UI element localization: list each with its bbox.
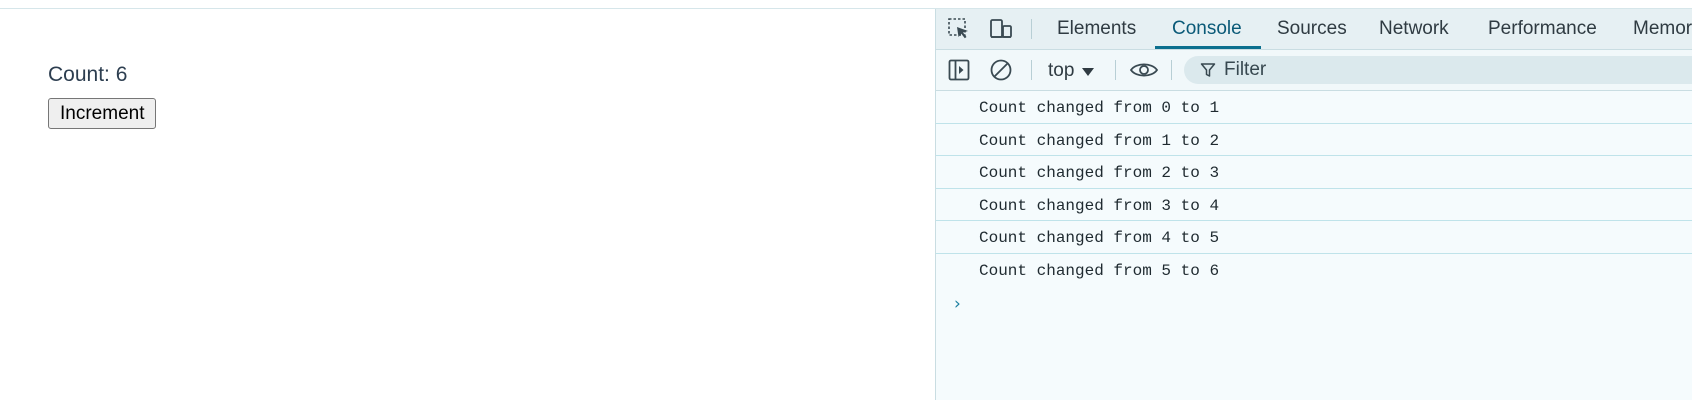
count-display: Count: 6	[48, 63, 128, 86]
caret-down-icon	[1082, 68, 1095, 76]
filter-placeholder: Filter	[1224, 59, 1267, 80]
prompt-chevron-icon: ›	[954, 294, 961, 314]
filter-funnel-icon	[1200, 62, 1216, 78]
console-message-text: Count changed from 4 to 5	[979, 229, 1220, 247]
tabbar-separator	[1031, 19, 1032, 39]
tab-network[interactable]: Network	[1379, 9, 1449, 49]
live-expression-eye-icon[interactable]	[1129, 58, 1159, 82]
toolbar-separator	[1171, 60, 1172, 80]
console-message: Count changed from 1 to 2	[936, 124, 1692, 156]
tab-sources[interactable]: Sources	[1277, 9, 1347, 49]
devtools-panel: Elements Console Sources Network Perform…	[935, 9, 1692, 400]
console-message: Count changed from 3 to 4	[936, 189, 1692, 221]
console-message: Count changed from 2 to 3	[936, 156, 1692, 189]
active-tab-indicator	[1155, 46, 1261, 49]
inspect-element-icon[interactable]	[946, 17, 972, 41]
increment-button[interactable]: Increment	[48, 98, 157, 129]
context-label: top	[1048, 60, 1075, 81]
tab-performance[interactable]: Performance	[1488, 9, 1597, 49]
browser-top-edge	[0, 0, 1692, 9]
devtools-tabbar: Elements Console Sources Network Perform…	[936, 9, 1692, 50]
app-page: Count: 6 Increment	[0, 9, 935, 400]
console-message-text: Count changed from 0 to 1	[979, 99, 1220, 117]
console-message-text: Count changed from 2 to 3	[979, 164, 1220, 182]
console-message-text: Count changed from 3 to 4	[979, 196, 1220, 215]
tab-elements[interactable]: Elements	[1057, 9, 1136, 49]
console-prompt[interactable]: ›	[936, 286, 1692, 320]
console-message: Count changed from 0 to 1	[936, 91, 1692, 124]
console-message: Count changed from 4 to 5	[936, 221, 1692, 254]
context-selector[interactable]: top	[1048, 59, 1095, 83]
device-toolbar-icon[interactable]	[988, 17, 1014, 41]
toolbar-separator	[1115, 60, 1116, 80]
sidebar-toggle-icon[interactable]	[946, 58, 972, 82]
tab-console[interactable]: Console	[1172, 9, 1242, 49]
console-toolbar: top Filter	[936, 50, 1692, 91]
console-message: Count changed from 5 to 6	[936, 254, 1692, 287]
screen: Count: 6 Increment Elements Console Sour…	[0, 0, 1692, 400]
console-message-text: Count changed from 1 to 2	[979, 131, 1220, 150]
tab-memory[interactable]: Memor	[1633, 9, 1692, 49]
filter-input[interactable]: Filter	[1184, 56, 1692, 84]
toolbar-separator	[1031, 60, 1032, 80]
console-message-text: Count changed from 5 to 6	[979, 261, 1220, 280]
clear-console-icon[interactable]	[988, 58, 1014, 82]
console-output: Count changed from 0 to 1 Count changed …	[936, 91, 1692, 400]
